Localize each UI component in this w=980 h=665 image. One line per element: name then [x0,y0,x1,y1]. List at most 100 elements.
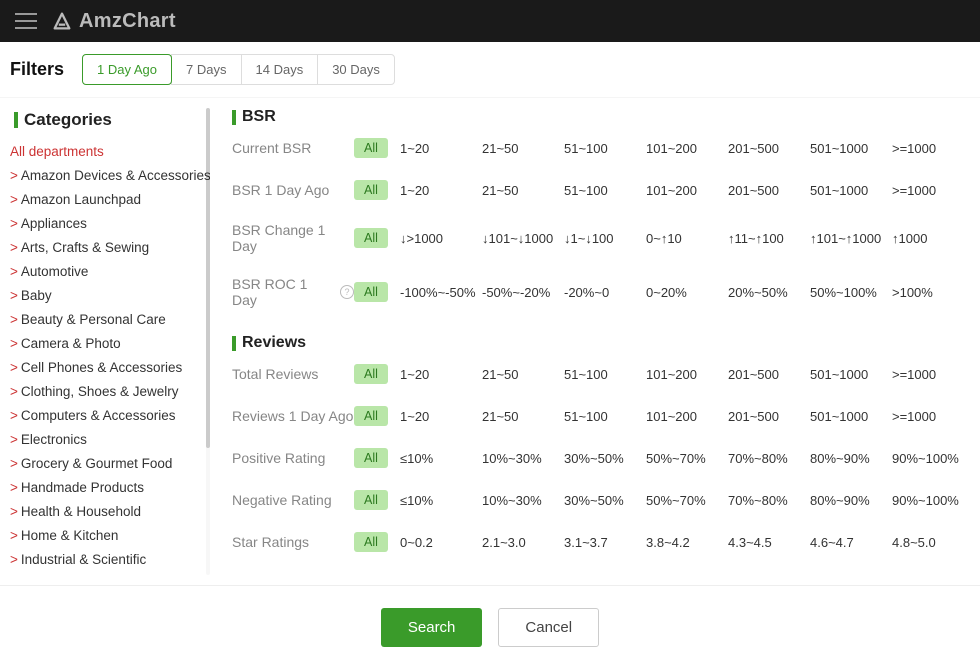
filter-option-all[interactable]: All [354,490,388,510]
category-item[interactable]: >Amazon Launchpad [10,188,204,212]
filter-option[interactable]: 80%~90% [810,493,892,508]
category-item[interactable]: >Camera & Photo [10,332,204,356]
filter-option[interactable]: ↓1~↓100 [564,231,646,246]
filter-option[interactable]: 20%~50% [728,285,810,300]
filter-option[interactable]: -100%~-50% [400,285,482,300]
filter-option[interactable]: 90%~100% [892,493,974,508]
filter-option[interactable]: ≤10% [400,493,482,508]
filter-option[interactable]: 1~20 [400,183,482,198]
filter-option[interactable]: ↓101~↓1000 [482,231,564,246]
category-item[interactable]: >Handmade Products [10,476,204,500]
category-item[interactable]: >Cell Phones & Accessories [10,356,204,380]
filter-option[interactable]: 50%~70% [646,451,728,466]
filter-option[interactable]: 4.8~5.0 [892,535,974,550]
filter-option[interactable]: -50%~-20% [482,285,564,300]
categories-list[interactable]: All departments>Amazon Devices & Accesso… [10,140,210,570]
filter-option[interactable]: 1~20 [400,409,482,424]
filter-option[interactable]: 501~1000 [810,409,892,424]
filter-option[interactable]: ↓>1000 [400,231,482,246]
filter-option[interactable]: 51~100 [564,141,646,156]
category-item[interactable]: >Electronics [10,428,204,452]
time-tab-14-days[interactable]: 14 Days [241,54,319,85]
category-item[interactable]: >Industrial & Scientific [10,548,204,570]
category-item[interactable]: >Health & Household [10,500,204,524]
filter-option[interactable]: 30%~50% [564,493,646,508]
info-icon[interactable]: ? [340,285,354,299]
category-item[interactable]: >Clothing, Shoes & Jewelry [10,380,204,404]
filter-option[interactable]: 4.6~4.7 [810,535,892,550]
filter-option[interactable]: 70%~80% [728,493,810,508]
category-root[interactable]: All departments [10,140,204,164]
filter-option[interactable]: 501~1000 [810,367,892,382]
category-item[interactable]: >Amazon Devices & Accessories [10,164,204,188]
filter-option[interactable]: 10%~30% [482,493,564,508]
filter-option[interactable]: 201~500 [728,409,810,424]
filter-option[interactable]: 2.1~3.0 [482,535,564,550]
filter-option[interactable]: ↑101~↑1000 [810,231,892,246]
filter-option[interactable]: 0~0.2 [400,535,482,550]
filter-option[interactable]: 201~500 [728,367,810,382]
filter-option[interactable]: 10%~30% [482,451,564,466]
category-item[interactable]: >Home & Kitchen [10,524,204,548]
menu-icon[interactable] [15,13,37,29]
category-item[interactable]: >Computers & Accessories [10,404,204,428]
filter-option[interactable]: 51~100 [564,367,646,382]
filter-option[interactable]: 3.8~4.2 [646,535,728,550]
filter-option[interactable]: 70%~80% [728,451,810,466]
filter-option[interactable]: ↑1000 [892,231,974,246]
filter-option[interactable]: 51~100 [564,183,646,198]
filter-option[interactable]: 1~20 [400,141,482,156]
filter-option[interactable]: 101~200 [646,141,728,156]
filter-option-all[interactable]: All [354,138,388,158]
filter-option[interactable]: 80%~90% [810,451,892,466]
filter-option-all[interactable]: All [354,228,388,248]
filter-option[interactable]: >100% [892,285,974,300]
filter-option[interactable]: 90%~100% [892,451,974,466]
filter-option[interactable]: 101~200 [646,183,728,198]
filter-option[interactable]: 50%~70% [646,493,728,508]
category-item[interactable]: >Beauty & Personal Care [10,308,204,332]
category-item[interactable]: >Automotive [10,260,204,284]
filter-option[interactable]: 1~20 [400,367,482,382]
filter-option[interactable]: 101~200 [646,409,728,424]
category-item[interactable]: >Grocery & Gourmet Food [10,452,204,476]
filter-option[interactable]: 30%~50% [564,451,646,466]
filter-option-all[interactable]: All [354,532,388,552]
filter-option[interactable]: 3.1~3.7 [564,535,646,550]
category-item[interactable]: >Baby [10,284,204,308]
time-tab-1-day-ago[interactable]: 1 Day Ago [82,54,172,85]
filter-option[interactable]: 21~50 [482,367,564,382]
brand-logo[interactable]: AmzChart [51,10,176,33]
filter-option-all[interactable]: All [354,448,388,468]
filter-option[interactable]: 101~200 [646,367,728,382]
filter-option-all[interactable]: All [354,406,388,426]
filter-option[interactable]: ↑11~↑100 [728,231,810,246]
filter-option[interactable]: >=1000 [892,183,974,198]
time-tab-30-days[interactable]: 30 Days [317,54,395,85]
filter-option[interactable]: 501~1000 [810,183,892,198]
filter-option-all[interactable]: All [354,282,388,302]
filter-option[interactable]: 51~100 [564,409,646,424]
cancel-button[interactable]: Cancel [498,608,599,647]
filter-option[interactable]: 21~50 [482,141,564,156]
filter-option[interactable]: 201~500 [728,183,810,198]
category-item[interactable]: >Appliances [10,212,204,236]
time-tab-7-days[interactable]: 7 Days [171,54,241,85]
filter-option-all[interactable]: All [354,180,388,200]
filter-option-all[interactable]: All [354,364,388,384]
filter-option[interactable]: >=1000 [892,367,974,382]
filter-option[interactable]: -20%~0 [564,285,646,300]
filter-option[interactable]: 0~20% [646,285,728,300]
filter-option[interactable]: 501~1000 [810,141,892,156]
filter-option[interactable]: 0~↑10 [646,231,728,246]
category-item[interactable]: >Arts, Crafts & Sewing [10,236,204,260]
search-button[interactable]: Search [381,608,483,647]
filter-option[interactable]: 21~50 [482,183,564,198]
filter-option[interactable]: 21~50 [482,409,564,424]
filter-option[interactable]: >=1000 [892,409,974,424]
filter-option[interactable]: 4.3~4.5 [728,535,810,550]
scrollbar-thumb[interactable] [206,108,210,448]
filter-option[interactable]: ≤10% [400,451,482,466]
filter-option[interactable]: 50%~100% [810,285,892,300]
filter-option[interactable]: >=1000 [892,141,974,156]
